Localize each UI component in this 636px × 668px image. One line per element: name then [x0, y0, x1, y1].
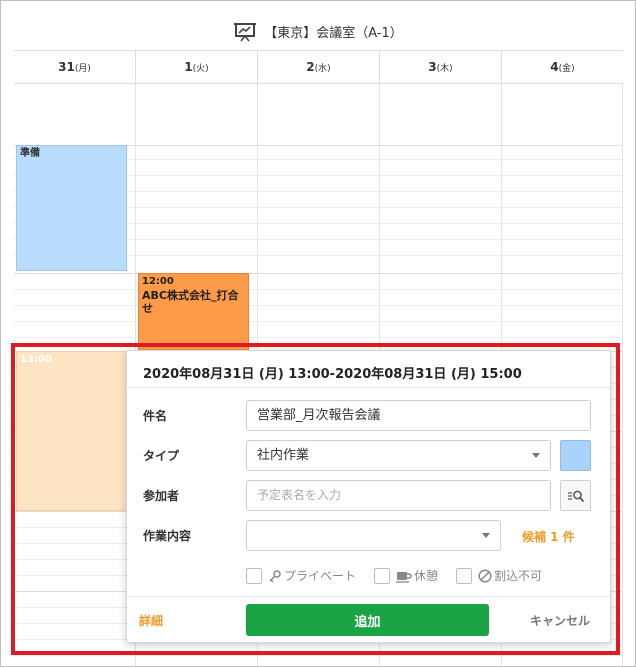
time-slot-line — [14, 337, 623, 338]
room-name: 【東京】会議室（A-1） — [264, 26, 403, 41]
day-header[interactable]: 3(木) — [379, 51, 501, 83]
column-divider — [622, 84, 623, 668]
event-block[interactable]: 準備 — [16, 145, 127, 271]
event-time: 12:00 — [142, 276, 174, 287]
event-block[interactable]: 12:00 ABC株式会社_打合せ — [138, 273, 249, 353]
event-title: ABC株式会社_打合せ — [142, 288, 239, 316]
time-slot-line — [14, 321, 623, 322]
day-header[interactable]: 4(金) — [501, 51, 623, 83]
calendar-frame: 【東京】会議室（A-1） 31(月) 1(火) 2(水) 3(木) 4(金) 準… — [0, 0, 636, 668]
event-title: 準備 — [20, 148, 40, 159]
presentation-board-icon — [234, 22, 257, 41]
day-header[interactable]: 2(水) — [257, 51, 379, 83]
time-slot-line — [14, 305, 623, 306]
room-header: 【東京】会議室（A-1） — [14, 13, 623, 50]
day-header[interactable]: 31(月) — [14, 51, 135, 83]
time-slot-line — [14, 655, 623, 656]
day-header-row: 31(月) 1(火) 2(水) 3(木) 4(金) — [14, 50, 623, 84]
time-slot-line — [14, 273, 623, 274]
time-slot-line — [14, 289, 623, 290]
day-header[interactable]: 1(火) — [135, 51, 257, 83]
highlight-box — [11, 343, 620, 655]
